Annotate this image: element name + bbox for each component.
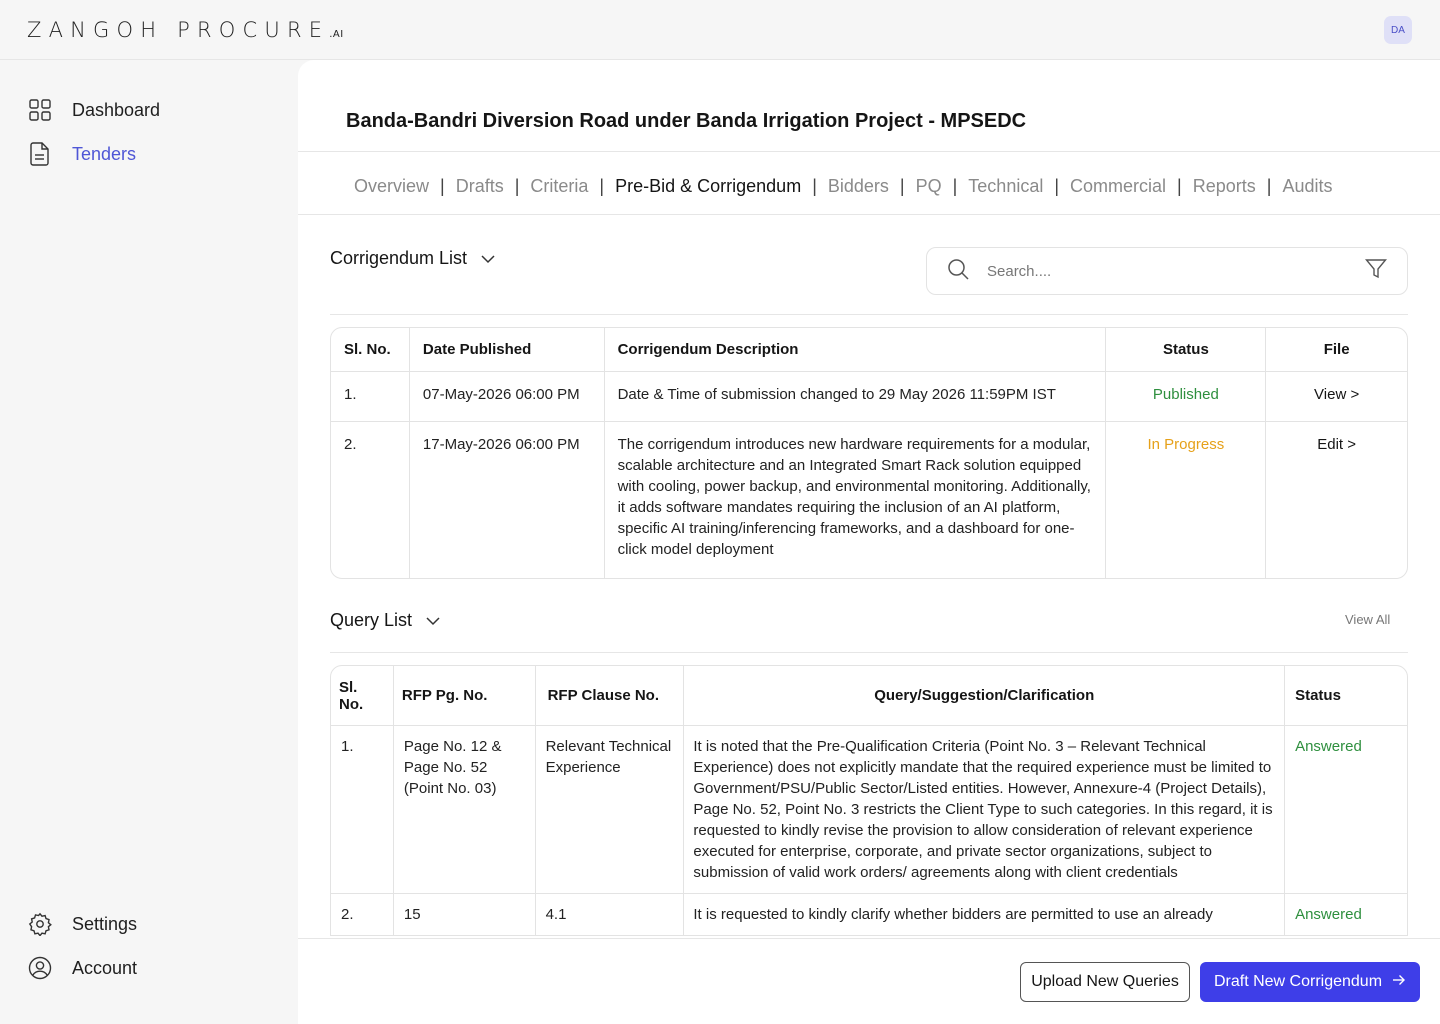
- rfp-page-cell: Page No. 12 & Page No. 52 (Point No. 03): [393, 726, 536, 894]
- document-icon: [28, 142, 52, 166]
- gear-icon: [28, 912, 52, 936]
- column-header: Status: [1285, 666, 1407, 726]
- column-header: File: [1266, 328, 1407, 372]
- chevron-down-icon: [426, 610, 440, 631]
- column-header: Sl. No.: [331, 328, 410, 372]
- sidebar-item-settings[interactable]: Settings: [28, 912, 137, 936]
- sidebar-item-label: Tenders: [72, 143, 137, 164]
- sl-no-cell: 2.: [331, 894, 394, 935]
- query-cell: It is requested to kindly clarify whethe…: [684, 894, 1286, 935]
- tab-separator: |: [514, 176, 520, 196]
- rfp-clause-cell: Relevant Technical Experience: [535, 726, 685, 894]
- column-header: Query/Suggestion/Clarification: [684, 666, 1286, 726]
- status-badge: In Progress: [1106, 422, 1267, 578]
- column-header: Date Published: [409, 328, 605, 372]
- table-row: 2. 15 4.1 It is requested to kindly clar…: [331, 894, 1407, 935]
- chevron-down-icon: [481, 248, 495, 269]
- tab-drafts[interactable]: Drafts: [456, 176, 504, 197]
- divider: [298, 214, 1440, 215]
- view-file-link[interactable]: View >: [1266, 372, 1407, 422]
- view-all-link[interactable]: View All: [1345, 612, 1390, 627]
- tab-separator: |: [440, 176, 445, 196]
- column-header: RFP Clause No.: [535, 666, 685, 726]
- column-header: RFP Pg. No.: [393, 666, 536, 726]
- filter-icon[interactable]: [1365, 258, 1387, 285]
- divider: [298, 151, 1440, 152]
- grid-icon: [28, 98, 52, 122]
- tab-pre-bid-corrigendum[interactable]: Pre-Bid & Corrigendum: [615, 176, 801, 197]
- search-icon: [947, 258, 969, 285]
- section-title: Query List: [330, 610, 413, 630]
- status-badge: Published: [1106, 372, 1267, 422]
- edit-file-link[interactable]: Edit >: [1266, 422, 1407, 578]
- rfp-clause-cell: 4.1: [536, 894, 685, 935]
- top-bar: ZANGOH PROCURE.AI DA: [0, 0, 1440, 60]
- tab-overview[interactable]: Overview: [354, 176, 429, 197]
- query-list-toggle[interactable]: Query List: [330, 610, 440, 631]
- tab-separator: |: [1266, 176, 1272, 196]
- sl-no-cell: 1.: [331, 372, 410, 422]
- tab-criteria[interactable]: Criteria: [530, 176, 588, 197]
- search-input[interactable]: Search....: [987, 263, 1365, 280]
- sidebar-item-dashboard[interactable]: Dashboard: [28, 98, 160, 122]
- tab-technical[interactable]: Technical: [968, 176, 1043, 197]
- page-title: Banda-Bandri Diversion Road under Banda …: [346, 110, 1027, 132]
- corrigendum-list-toggle[interactable]: Corrigendum List: [330, 248, 495, 269]
- arrow-right-icon: [1392, 973, 1406, 991]
- sidebar-item-label: Dashboard: [72, 99, 161, 120]
- main-panel: Banda-Bandri Diversion Road under Banda …: [298, 60, 1440, 1024]
- tab-separator: |: [952, 176, 958, 196]
- column-header: Corrigendum Description: [604, 328, 1107, 372]
- status-badge: Answered: [1285, 726, 1407, 894]
- corrigendum-table: Sl. No. Date Published Corrigendum Descr…: [330, 327, 1408, 579]
- action-footer: Upload New Queries Draft New Corrigendum: [298, 938, 1440, 1024]
- section-title: Corrigendum List: [330, 248, 468, 268]
- divider: [330, 314, 1408, 315]
- description-cell: Date & Time of submission changed to 29 …: [604, 372, 1107, 422]
- divider: [330, 652, 1408, 653]
- sl-no-cell: 1.: [331, 726, 394, 894]
- tab-pq[interactable]: PQ: [916, 176, 942, 197]
- tab-commercial[interactable]: Commercial: [1070, 176, 1166, 197]
- column-header: Status: [1106, 328, 1267, 372]
- search-box[interactable]: Search....: [926, 247, 1408, 295]
- date-cell: 17-May-2026 06:00 PM: [410, 422, 605, 578]
- query-table: Sl. No. RFP Pg. No. RFP Clause No. Query…: [330, 665, 1408, 936]
- upload-new-queries-button[interactable]: Upload New Queries: [1020, 962, 1190, 1002]
- tab-separator: |: [1054, 176, 1060, 196]
- sidebar-item-account[interactable]: Account: [28, 956, 137, 980]
- tab-bidders[interactable]: Bidders: [828, 176, 889, 197]
- table-header-row: Sl. No. Date Published Corrigendum Descr…: [331, 328, 1407, 372]
- sidebar-item-label: Account: [72, 957, 138, 978]
- description-cell: The corrigendum introduces new hardware …: [605, 422, 1107, 578]
- date-cell: 07-May-2026 06:00 PM: [409, 372, 605, 422]
- draft-new-corrigendum-button[interactable]: Draft New Corrigendum: [1200, 962, 1420, 1002]
- user-circle-icon: [28, 956, 52, 980]
- tab-separator: |: [1177, 176, 1182, 196]
- column-header: Sl. No.: [331, 666, 394, 726]
- table-row: 1. Page No. 12 & Page No. 52 (Point No. …: [331, 726, 1407, 894]
- tab-separator: |: [599, 176, 605, 196]
- tab-bar: Overview | Drafts | Criteria | Pre-Bid & Co…: [354, 176, 1332, 197]
- table-row: 1. 07-May-2026 06:00 PM Date & Time of s…: [331, 372, 1407, 422]
- brand-logo[interactable]: ZANGOH PROCURE.AI: [27, 18, 344, 42]
- query-cell: It is noted that the Pre-Qualification C…: [684, 726, 1286, 894]
- tab-audits[interactable]: Audits: [1282, 176, 1332, 197]
- avatar[interactable]: DA: [1384, 16, 1412, 44]
- sidebar-item-tenders[interactable]: Tenders: [28, 142, 136, 166]
- table-row: 2. 17-May-2026 06:00 PM The corrigendum …: [331, 422, 1407, 578]
- tab-reports[interactable]: Reports: [1193, 176, 1256, 197]
- sidebar-item-label: Settings: [72, 913, 138, 934]
- rfp-page-cell: 15: [394, 894, 536, 935]
- status-badge: Answered: [1295, 906, 1362, 923]
- table-header-row: Sl. No. RFP Pg. No. RFP Clause No. Query…: [331, 666, 1407, 726]
- tab-separator: |: [812, 176, 817, 196]
- sl-no-cell: 2.: [331, 422, 410, 578]
- tab-separator: |: [899, 176, 905, 196]
- button-label: Draft New Corrigendum: [1213, 973, 1383, 990]
